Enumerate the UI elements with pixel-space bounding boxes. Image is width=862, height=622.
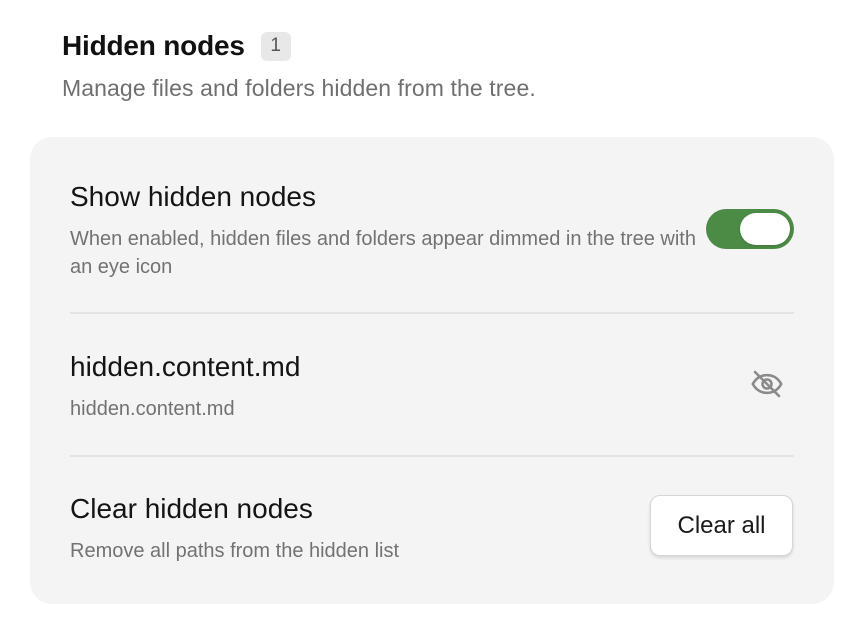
- section-header: Hidden nodes 1 Manage files and folders …: [62, 28, 822, 102]
- settings-card: Show hidden nodes When enabled, hidden f…: [30, 137, 834, 604]
- section-title: Hidden nodes: [62, 30, 245, 61]
- hidden-item-path: hidden.content.md: [70, 398, 235, 420]
- show-hidden-title: Show hidden nodes: [70, 181, 316, 212]
- clear-all-button[interactable]: Clear all: [650, 495, 793, 556]
- count-badge: 1: [260, 31, 291, 61]
- eye-off-icon: [751, 370, 783, 398]
- show-hidden-row: Show hidden nodes When enabled, hidden f…: [70, 181, 794, 281]
- divider: [70, 312, 794, 314]
- toggle-knob: [740, 213, 790, 245]
- title-row: Hidden nodes 1: [62, 28, 822, 64]
- clear-hidden-description: Remove all paths from the hidden list: [70, 540, 400, 562]
- unhide-button[interactable]: [746, 363, 788, 405]
- show-hidden-toggle[interactable]: [706, 209, 794, 249]
- hidden-item-name: hidden.content.md: [70, 351, 301, 382]
- hidden-item-row: hidden.content.md hidden.content.md: [70, 351, 794, 423]
- divider: [70, 455, 794, 457]
- section-subtitle: Manage files and folders hidden from the…: [62, 75, 536, 101]
- show-hidden-description: When enabled, hidden files and folders a…: [70, 228, 696, 278]
